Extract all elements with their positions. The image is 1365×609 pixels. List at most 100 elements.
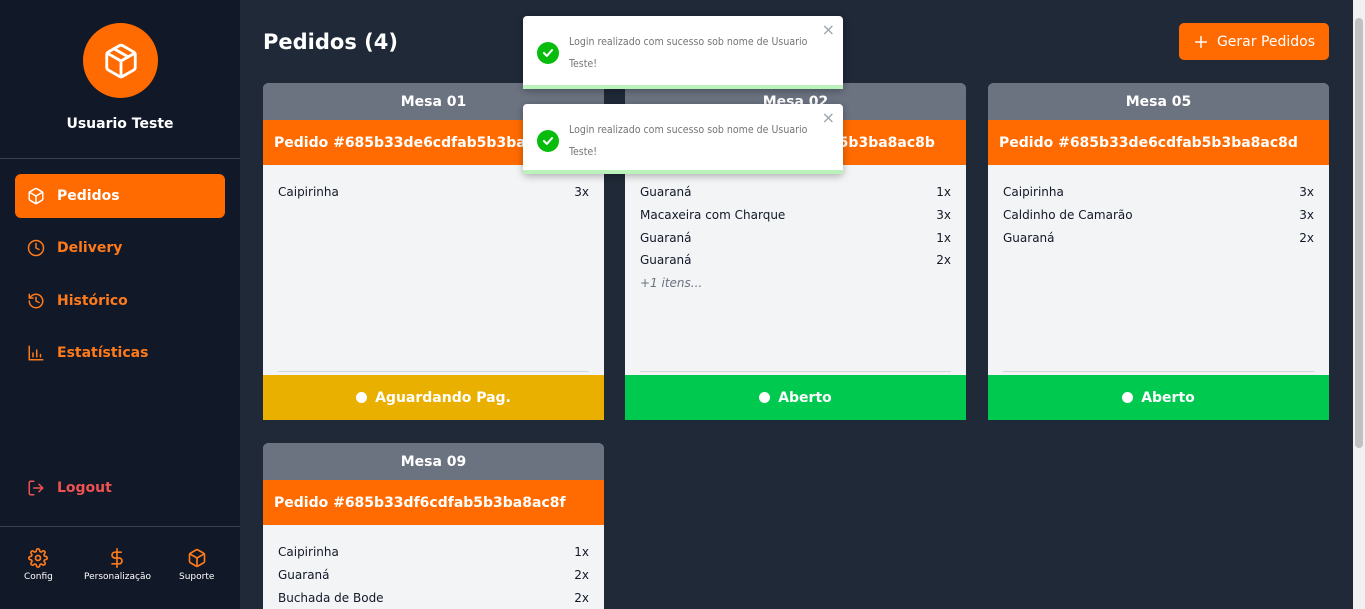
plus-icon (1194, 35, 1208, 48)
status-dot-icon (356, 392, 368, 403)
item-qty: 1x (936, 230, 951, 245)
list-item: Guaraná 1x (640, 226, 951, 249)
close-icon[interactable]: × (822, 20, 835, 39)
item-name: Caipirinha (278, 185, 339, 200)
box-icon (104, 43, 137, 78)
item-name: Buchada de Bode (278, 590, 384, 605)
item-qty: 3x (1299, 185, 1314, 200)
status-bar: Aberto (988, 375, 1329, 420)
scrollbar[interactable] (1353, 0, 1365, 609)
list-item: Guaraná 2x (640, 249, 951, 272)
logout-button[interactable]: Logout (15, 466, 225, 510)
status-dot-icon (1122, 392, 1134, 403)
toast-message: Login realizado com sucesso sob nome de … (569, 124, 808, 158)
order-id: Pedido #685b33de6cdfab5b3ba8ac8d (988, 120, 1329, 165)
item-qty: 2x (1299, 230, 1314, 245)
gerar-pedidos-button[interactable]: Gerar Pedidos (1179, 23, 1329, 60)
sidebar-item-estatisticas[interactable]: Estatísticas (15, 331, 225, 375)
order-id: Pedido #685b33df6cdfab5b3ba8ac8f (263, 480, 604, 525)
card-divider (1003, 371, 1314, 372)
order-items: Caipirinha 3x Caldinho de Camarão 3x Gua… (988, 165, 1329, 375)
config-label: Config (24, 572, 53, 582)
list-item: Buchada de Bode 2x (278, 586, 589, 609)
sidebar-item-delivery[interactable]: Delivery (15, 226, 225, 270)
item-qty: 2x (936, 253, 951, 268)
mesa-label: Mesa 09 (263, 443, 604, 480)
item-name: Caipirinha (278, 545, 339, 560)
order-card[interactable]: Mesa 09 Pedido #685b33df6cdfab5b3ba8ac8f… (263, 443, 604, 609)
order-card[interactable]: Mesa 05 Pedido #685b33de6cdfab5b3ba8ac8d… (988, 83, 1329, 420)
item-qty: 1x (936, 185, 951, 200)
logout-icon (28, 480, 44, 496)
status-label: Aguardando Pag. (375, 389, 511, 406)
list-item: Caipirinha 1x (278, 541, 589, 564)
list-item: Macaxeira com Charque 3x (640, 204, 951, 227)
sidebar-item-label: Pedidos (57, 188, 120, 204)
sidebar: Usuario Teste Pedidos Delivery Histórico… (0, 0, 240, 609)
list-item: Caipirinha 3x (278, 181, 589, 204)
page-title: Pedidos (4) (263, 30, 398, 54)
history-icon (28, 293, 44, 309)
sidebar-item-label: Histórico (57, 293, 128, 309)
order-items: Caipirinha 3x (263, 165, 604, 375)
gerar-pedidos-label: Gerar Pedidos (1216, 33, 1316, 50)
status-label: Aberto (778, 389, 832, 406)
personalizacao-label: Personalização (84, 572, 151, 582)
more-items-label: +1 itens... (640, 275, 703, 290)
status-label: Aberto (1141, 389, 1195, 406)
box-icon (28, 187, 44, 205)
suporte-label: Suporte (179, 572, 215, 582)
status-dot-icon (759, 392, 771, 403)
sidebar-item-label: Estatísticas (57, 345, 149, 361)
clock-icon (27, 239, 45, 257)
list-item: Guaraná 1x (640, 181, 951, 204)
item-qty: 3x (574, 185, 589, 200)
card-divider (278, 371, 589, 372)
status-bar: Aguardando Pag. (263, 375, 604, 420)
check-icon (537, 130, 559, 152)
item-name: Guaraná (640, 230, 692, 245)
item-qty: 2x (574, 590, 589, 605)
gear-icon (28, 548, 49, 568)
list-item: Caldinho de Camarão 3x (1003, 204, 1314, 227)
toast-message: Login realizado com sucesso sob nome de … (569, 36, 808, 70)
toast-progress-bar (523, 170, 843, 174)
item-qty: 3x (1299, 208, 1314, 223)
suporte-button[interactable]: Suporte (179, 548, 214, 582)
check-icon (537, 42, 559, 64)
list-item: Caipirinha 3x (1003, 181, 1314, 204)
mesa-label: Mesa 05 (988, 83, 1329, 120)
card-divider (640, 371, 951, 372)
toast-progress-bar (523, 85, 843, 89)
sidebar-footer-divider (0, 526, 240, 527)
user-name: Usuario Teste (66, 116, 174, 132)
order-items: Caipirinha 1x Guaraná 2x Buchada de Bode… (263, 525, 604, 609)
item-name: Caldinho de Camarão (1003, 208, 1133, 223)
sidebar-item-label: Delivery (57, 240, 123, 256)
item-name: Guaraná (278, 568, 330, 583)
dollar-icon (111, 548, 124, 568)
box-icon (188, 548, 206, 568)
sidebar-item-historico[interactable]: Histórico (15, 279, 225, 323)
scrollbar-thumb[interactable] (1355, 18, 1363, 448)
personalizacao-button[interactable]: Personalização (84, 548, 151, 582)
order-items: Guaraná 1x Macaxeira com Charque 3x Guar… (625, 165, 966, 375)
sidebar-item-pedidos[interactable]: Pedidos (15, 174, 225, 218)
list-item: Guaraná 2x (278, 564, 589, 587)
toast-notification[interactable]: Login realizado com sucesso sob nome de … (523, 104, 843, 174)
toast-notification[interactable]: Login realizado com sucesso sob nome de … (523, 16, 843, 89)
status-bar: Aberto (625, 375, 966, 420)
item-name: Macaxeira com Charque (640, 208, 786, 223)
item-qty: 3x (936, 208, 951, 223)
logout-label: Logout (57, 480, 112, 496)
sidebar-divider (0, 158, 240, 159)
item-qty: 2x (574, 568, 589, 583)
close-icon[interactable]: × (822, 108, 835, 127)
item-qty: 1x (574, 545, 589, 560)
item-name: Guaraná (1003, 230, 1055, 245)
item-name: Guaraná (640, 185, 692, 200)
item-name: Caipirinha (1003, 185, 1064, 200)
config-button[interactable]: Config (24, 548, 53, 582)
item-name: Guaraná (640, 253, 692, 268)
bar-chart-icon (28, 345, 44, 361)
